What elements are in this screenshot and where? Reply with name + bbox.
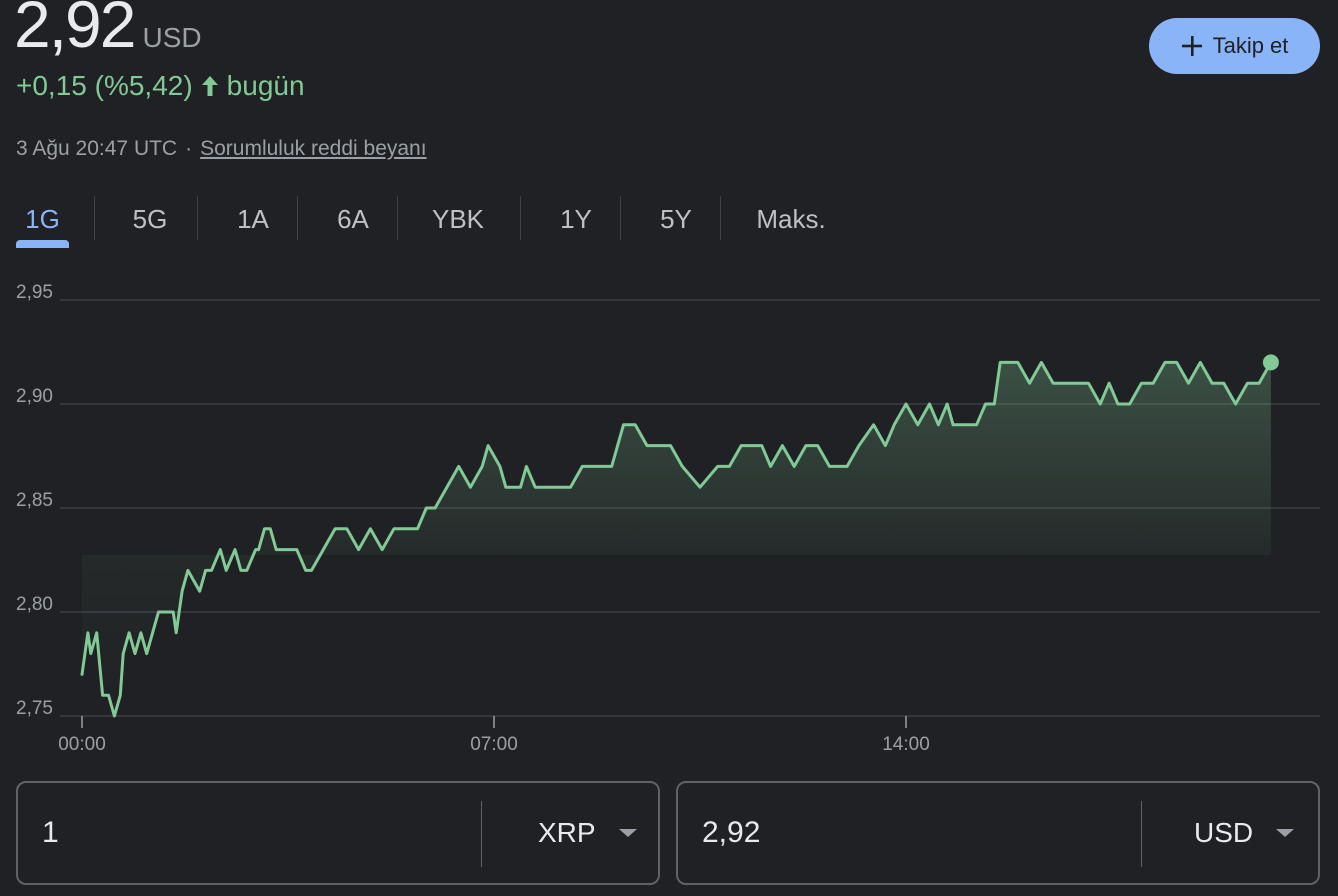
to-converter: 2,92 USD: [676, 781, 1320, 885]
tab-divider: [94, 196, 95, 240]
tab-5g[interactable]: 5G: [124, 196, 176, 242]
crypto-price-panel: 2,92 USD +0,15 (%5,42) bugün 3 Ağu 20:47…: [0, 0, 1338, 896]
from-amount-input[interactable]: 1: [42, 783, 59, 883]
tab-1a[interactable]: 1A: [227, 196, 279, 242]
x-tick-label: 00:00: [58, 734, 106, 755]
tab-label: 5G: [132, 203, 168, 234]
tab-label: 6A: [337, 203, 369, 234]
converter-divider: [1141, 801, 1142, 867]
y-tick-label: 2,80: [16, 594, 53, 615]
price-currency: USD: [142, 22, 202, 53]
tab-divider: [720, 196, 721, 240]
to-currency-select[interactable]: USD: [1194, 783, 1295, 883]
y-tick-label: 2,75: [16, 698, 53, 719]
from-currency-select[interactable]: XRP: [538, 783, 638, 883]
x-tick-label: 14:00: [882, 734, 930, 755]
change-value: +0,15 (%5,42): [16, 70, 193, 101]
tab-label: Maks.: [756, 203, 826, 234]
timestamp: 3 Ağu 20:47 UTC: [16, 137, 178, 160]
tab-1y[interactable]: 1Y: [550, 196, 602, 242]
separator: ·: [185, 137, 193, 160]
tab-label: 1G: [25, 203, 60, 234]
tab-divider: [620, 196, 621, 240]
current-price-dot: [1262, 354, 1279, 371]
arrow-up-icon: [199, 74, 221, 98]
tab-label: 1Y: [560, 203, 592, 234]
y-tick-label: 2,90: [16, 386, 53, 407]
y-tick-label: 2,85: [16, 490, 53, 511]
dropdown-caret-icon: [1275, 827, 1295, 839]
from-currency-label: XRP: [538, 817, 596, 848]
tab-6a[interactable]: 6A: [327, 196, 379, 242]
to-amount-input[interactable]: 2,92: [702, 783, 760, 883]
price-change: +0,15 (%5,42) bugün: [16, 70, 305, 102]
y-tick-label: 2,95: [16, 282, 53, 303]
to-currency-label: USD: [1194, 817, 1254, 848]
tab-divider: [397, 196, 398, 240]
tab-label: YBK: [431, 203, 485, 234]
plus-icon: [1181, 35, 1203, 57]
price-display: 2,92 USD: [14, 0, 202, 62]
tab-max[interactable]: Maks.: [746, 196, 836, 242]
follow-label: Takip et: [1212, 33, 1289, 58]
x-tick-label: 07:00: [470, 734, 518, 755]
follow-button[interactable]: Takip et: [1149, 18, 1320, 74]
disclaimer-link[interactable]: Sorumluluk reddi beyanı: [200, 137, 426, 161]
current-price: 2,92: [14, 0, 136, 61]
tab-ybk[interactable]: YBK: [420, 196, 496, 242]
active-tab-indicator: [16, 240, 69, 248]
price-chart[interactable]: 2,75 2,80 2,85 2,90 2,95 00:00 07:00 14:00: [0, 270, 1338, 760]
tab-divider: [520, 196, 521, 240]
tab-label: 5Y: [660, 203, 692, 234]
dropdown-caret-icon: [618, 827, 638, 839]
tab-label: 1A: [237, 203, 269, 234]
tab-divider: [197, 196, 198, 240]
tab-5y[interactable]: 5Y: [650, 196, 702, 242]
tab-divider: [297, 196, 298, 240]
change-period: bugün: [226, 70, 305, 101]
timestamp-row: 3 Ağu 20:47 UTC · Sorumluluk reddi beyan…: [16, 137, 427, 161]
tab-1g[interactable]: 1G: [16, 196, 69, 242]
converter-divider: [481, 801, 482, 867]
from-converter: 1 XRP: [16, 781, 660, 885]
